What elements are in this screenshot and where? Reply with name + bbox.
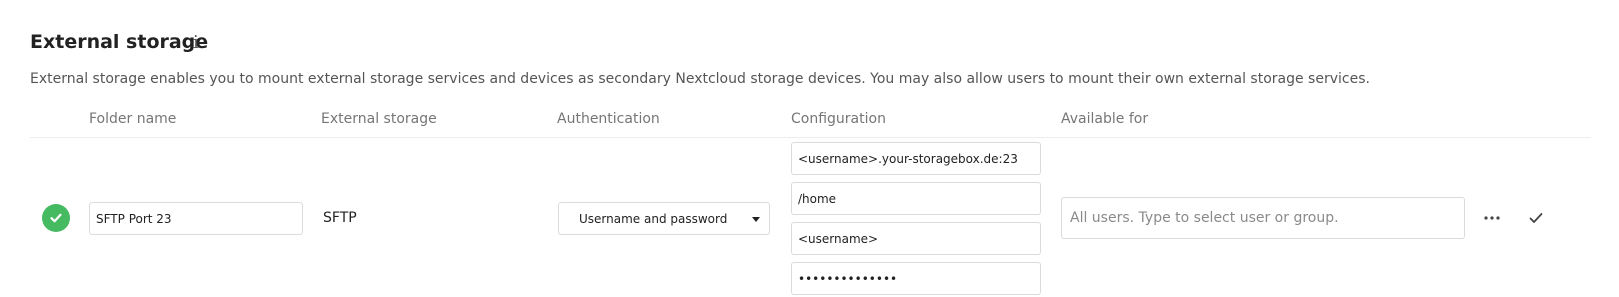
section-description: External storage enables you to mount ex… <box>30 71 1370 87</box>
config-host-input[interactable] <box>791 142 1041 175</box>
backend-label: SFTP <box>323 210 357 226</box>
chevron-down-icon <box>752 217 760 222</box>
header-configuration: Configuration <box>791 111 886 127</box>
more-horizontal-icon[interactable] <box>1482 208 1502 228</box>
available-for-input[interactable] <box>1061 197 1465 239</box>
folder-name-input[interactable] <box>89 202 303 235</box>
authentication-select-value: Username and password <box>579 211 728 226</box>
header-external-storage: External storage <box>321 111 437 127</box>
authentication-select[interactable]: Username and password <box>558 202 770 235</box>
section-title: External storage <box>30 31 209 53</box>
header-authentication: Authentication <box>557 111 660 127</box>
header-divider <box>30 137 1591 138</box>
header-available-for: Available for <box>1061 111 1149 127</box>
header-folder-name: Folder name <box>89 111 177 127</box>
config-root-input[interactable] <box>791 182 1041 215</box>
checkmark-circle-icon[interactable] <box>42 204 70 232</box>
config-password-input[interactable] <box>791 262 1041 295</box>
checkmark-icon[interactable] <box>1526 208 1546 228</box>
info-icon[interactable]: i <box>193 33 199 53</box>
config-user-input[interactable] <box>791 222 1041 255</box>
